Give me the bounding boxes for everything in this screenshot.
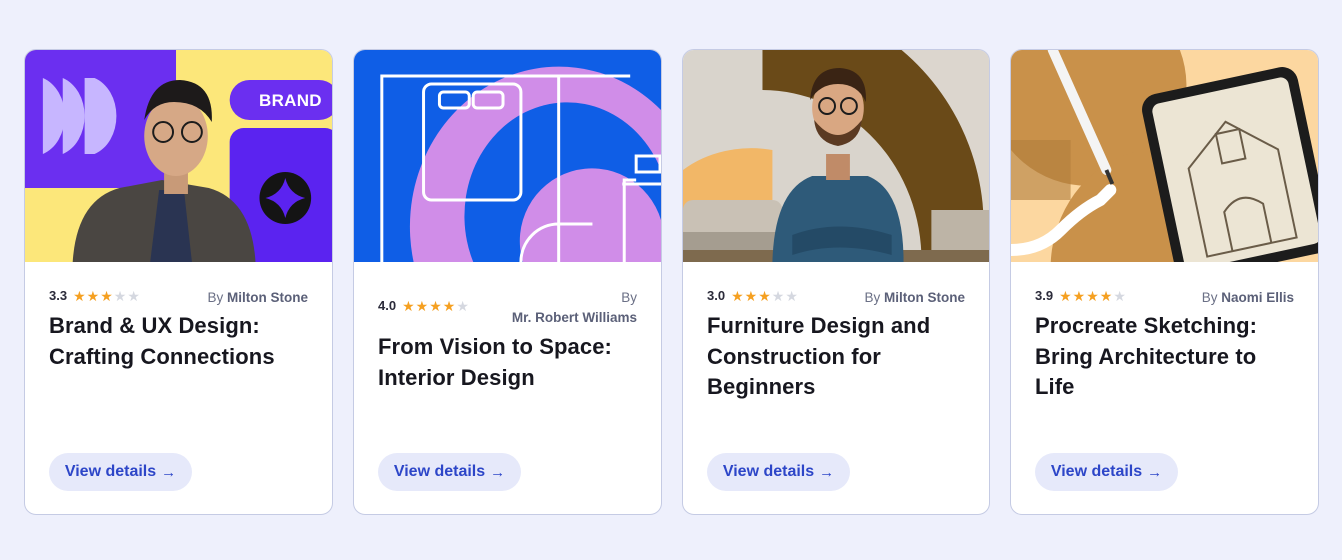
- course-card[interactable]: BRAND 3.3 ★ ★ ★ ★ ★ By Milton Stone Bran…: [24, 49, 333, 515]
- star-icon: ★: [785, 287, 798, 304]
- author-name[interactable]: Milton Stone: [884, 290, 965, 305]
- arrow-right-icon: →: [819, 463, 835, 481]
- rating: 3.3 ★ ★ ★ ★ ★: [49, 288, 140, 303]
- button-label: View details: [64, 463, 157, 480]
- button-label: View details: [393, 463, 486, 480]
- course-thumbnail[interactable]: [1011, 50, 1318, 262]
- star-icon: ★: [429, 297, 442, 314]
- rating: 3.0 ★ ★ ★ ★ ★: [707, 288, 798, 303]
- author-prefix: By: [1201, 290, 1218, 305]
- star-icon: ★: [744, 287, 758, 304]
- star-icon: ★: [1086, 287, 1099, 304]
- course-card[interactable]: 3.0 ★ ★ ★ ★ ★ By Milton Stone Furniture …: [682, 49, 990, 515]
- course-thumbnail[interactable]: [683, 50, 989, 262]
- arrow-right-icon: →: [161, 463, 177, 481]
- button-label: View details: [1050, 463, 1143, 480]
- star-icon: ★: [86, 287, 100, 304]
- view-details-button[interactable]: View details →: [707, 453, 850, 491]
- rating-stars: ★ ★ ★ ★ ★: [731, 289, 798, 303]
- view-details-button[interactable]: View details →: [378, 453, 521, 491]
- course-thumbnail[interactable]: [354, 50, 661, 262]
- course-card[interactable]: 4.0 ★ ★ ★ ★ ★ By Mr. Robert Williams Fro…: [353, 49, 662, 515]
- star-icon: ★: [1072, 287, 1086, 304]
- star-icon: ★: [731, 287, 744, 304]
- star-icon: ★: [771, 287, 785, 304]
- author-line: By Milton Stone: [207, 288, 308, 308]
- brand-badge: BRAND: [259, 91, 322, 110]
- rating: 4.0 ★ ★ ★ ★ ★: [378, 298, 469, 313]
- arrow-right-icon: →: [1147, 463, 1163, 481]
- course-thumbnail-art: [25, 50, 332, 262]
- author-name[interactable]: Milton Stone: [227, 290, 308, 305]
- star-icon: ★: [73, 287, 86, 304]
- view-details-button[interactable]: View details →: [49, 453, 192, 491]
- star-icon: ★: [402, 297, 415, 314]
- star-icon: ★: [100, 287, 113, 304]
- author-name[interactable]: Naomi Ellis: [1221, 290, 1294, 305]
- star-icon: ★: [1059, 287, 1072, 304]
- course-title[interactable]: Brand & UX Design: Crafting Connections: [49, 311, 312, 372]
- author-prefix: By: [207, 290, 224, 305]
- star-icon: ★: [456, 297, 469, 314]
- rating-stars: ★ ★ ★ ★ ★: [73, 289, 140, 303]
- author-name[interactable]: Mr. Robert Williams: [512, 310, 637, 325]
- course-thumbnail-art: [683, 50, 989, 262]
- button-label: View details: [722, 463, 815, 480]
- star-icon: ★: [442, 297, 456, 314]
- course-thumbnail[interactable]: BRAND: [25, 50, 332, 262]
- rating: 3.9 ★ ★ ★ ★ ★: [1035, 288, 1126, 303]
- star-icon: ★: [127, 287, 140, 304]
- star-icon: ★: [1099, 287, 1113, 304]
- course-meta: 4.0 ★ ★ ★ ★ ★ By Mr. Robert Williams: [378, 288, 637, 325]
- rating-value: 4.0: [378, 298, 397, 313]
- course-thumbnail-art: [1011, 50, 1318, 262]
- course-title[interactable]: Furniture Design and Construction for Be…: [707, 311, 969, 403]
- author-prefix: By: [864, 290, 881, 305]
- star-icon: ★: [758, 287, 771, 304]
- course-thumbnail-art: [354, 50, 661, 262]
- star-icon: ★: [1113, 287, 1126, 304]
- author-line: By Mr. Robert Williams: [512, 288, 637, 328]
- author-prefix: By: [621, 290, 637, 305]
- arrow-right-icon: →: [490, 463, 506, 481]
- rating-stars: ★ ★ ★ ★ ★: [1059, 289, 1126, 303]
- author-line: By Naomi Ellis: [1202, 288, 1294, 308]
- star-icon: ★: [113, 287, 127, 304]
- author-line: By Milton Stone: [864, 288, 965, 308]
- course-card[interactable]: 3.9 ★ ★ ★ ★ ★ By Naomi Ellis Procreate S…: [1010, 49, 1319, 515]
- rating-stars: ★ ★ ★ ★ ★: [402, 299, 469, 313]
- rating-value: 3.3: [49, 288, 68, 303]
- star-icon: ★: [415, 297, 429, 314]
- course-title[interactable]: From Vision to Space: Interior Design: [378, 332, 641, 393]
- view-details-button[interactable]: View details →: [1035, 453, 1178, 491]
- course-title[interactable]: Procreate Sketching: Bring Architecture …: [1035, 311, 1298, 403]
- rating-value: 3.0: [707, 288, 726, 303]
- rating-value: 3.9: [1035, 288, 1054, 303]
